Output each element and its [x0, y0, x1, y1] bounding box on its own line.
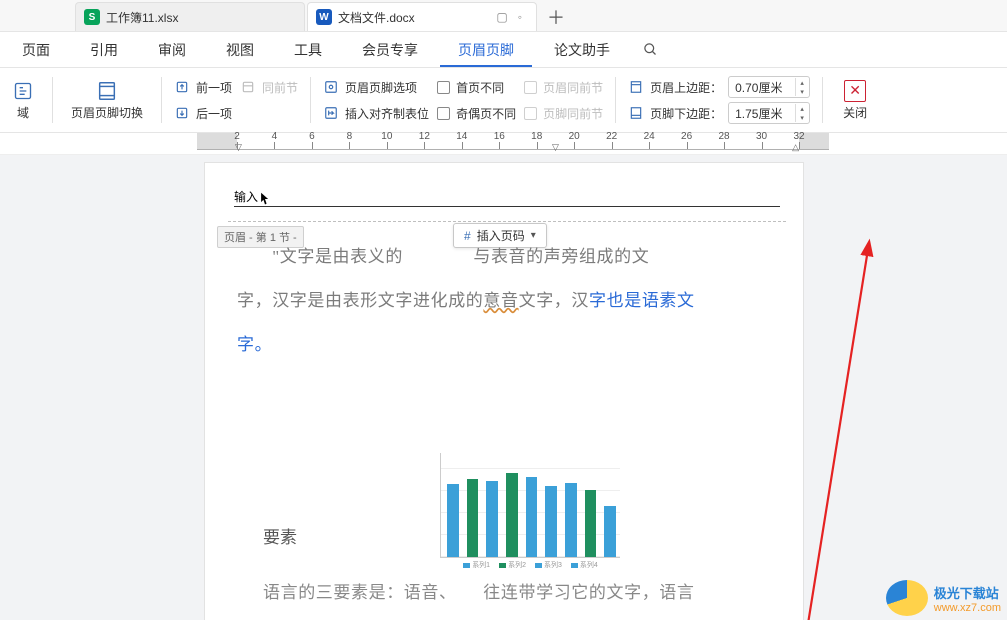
- watermark-title: 极光下载站: [934, 583, 1001, 602]
- ribbon-same-section-group: 同前节 x: [240, 77, 298, 123]
- prev-icon: [174, 79, 190, 95]
- workspace: 输入 页眉 - 第 1 节 - # 插入页码 ▾ 缩进"文字是由表义的隐藏占位与…: [0, 155, 1007, 620]
- document-page[interactable]: 输入 页眉 - 第 1 节 - # 插入页码 ▾ 缩进"文字是由表义的隐藏占位与…: [205, 163, 803, 620]
- close-icon: ✕: [844, 80, 866, 102]
- document-tab-docx[interactable]: W 文档文件.docx ▢ ◦: [307, 2, 537, 31]
- tab-label: 工作簿11.xlsx: [106, 9, 178, 26]
- ribbon-switch-hf[interactable]: 页眉页脚切换: [65, 80, 149, 121]
- indent-marker-right[interactable]: △: [792, 142, 799, 153]
- menu-review[interactable]: 审阅: [140, 33, 204, 67]
- menubar: 页面 引用 审阅 视图 工具 会员专享 页眉页脚 论文助手: [0, 32, 1007, 68]
- subheading-elements[interactable]: 要素: [263, 523, 297, 548]
- present-icon[interactable]: ▢: [496, 10, 507, 24]
- ribbon-footer-same-section: 页脚同前节: [524, 103, 603, 123]
- header-margin-input[interactable]: 0.70厘米 ▴▾: [728, 76, 810, 98]
- ribbon-header-margin: 页眉上边距： 0.70厘米 ▴▾: [628, 77, 810, 97]
- indent-marker[interactable]: ▽: [552, 142, 559, 153]
- annotation-arrow: [797, 235, 882, 620]
- spin-buttons[interactable]: ▴▾: [795, 78, 808, 96]
- ribbon-prev-item[interactable]: 前一项: [174, 77, 232, 97]
- checkbox-icon: [524, 81, 537, 94]
- menu-thesis[interactable]: 论文助手: [536, 33, 628, 67]
- ribbon-diff-group: 首页不同 奇偶页不同: [437, 77, 516, 123]
- ribbon-options-group: 页眉页脚选项 插入对齐制表位: [323, 77, 429, 123]
- ribbon-switch-label: 页眉页脚切换: [71, 104, 143, 121]
- embedded-bar-chart[interactable]: 系列1系列2系列3系列4: [440, 453, 620, 558]
- checkbox-icon[interactable]: [437, 107, 450, 120]
- body-paragraph-1[interactable]: 缩进"文字是由表义的隐藏占位与表音的声旁组成的文 字，汉字是由表形文字进化成的意…: [237, 235, 778, 368]
- ribbon-footer-margin: 页脚下边距： 1.75厘米 ▴▾: [628, 103, 810, 123]
- new-tab-button[interactable]: ＋: [539, 2, 573, 31]
- header-margin-icon: [628, 79, 644, 95]
- ruler-wrap: ▽ ▽ △ 2468101214161820222426283032: [0, 133, 1007, 155]
- hyperlink-text[interactable]: 字。: [237, 335, 272, 354]
- ribbon-field-label: 域: [17, 104, 29, 121]
- ribbon-odd-even-diff[interactable]: 奇偶页不同: [437, 103, 516, 123]
- chart-legend: 系列1系列2系列3系列4: [441, 560, 620, 570]
- document-tabstrip: S 工作簿11.xlsx W 文档文件.docx ▢ ◦ ＋: [0, 0, 1007, 32]
- switch-hf-icon: [96, 80, 118, 102]
- chart-bars: [447, 459, 616, 557]
- header-placeholder[interactable]: 输入: [234, 188, 270, 205]
- ribbon-field[interactable]: 域: [6, 80, 40, 121]
- watermark-url: www.xz7.com: [934, 602, 1001, 614]
- menu-member[interactable]: 会员专享: [344, 33, 436, 67]
- tabstop-icon: [323, 105, 339, 121]
- next-icon: [174, 105, 190, 121]
- ribbon-header-same-section: 页眉同前节: [524, 77, 603, 97]
- ribbon: 域 页眉页脚切换 前一项 后一项 同前节 x: [0, 68, 1007, 133]
- same-section-icon: [240, 79, 256, 95]
- ribbon-margin-group: 页眉上边距： 0.70厘米 ▴▾ 页脚下边距： 1.75厘米 ▴▾: [628, 77, 810, 123]
- close-label: 关闭: [843, 104, 867, 121]
- horizontal-ruler[interactable]: ▽ ▽ △ 2468101214161820222426283032: [197, 133, 829, 150]
- site-watermark: 极光下载站 www.xz7.com: [886, 580, 1001, 616]
- footer-margin-icon: [628, 105, 644, 121]
- ribbon-same-section: 同前节: [240, 77, 298, 97]
- menu-view[interactable]: 视图: [208, 33, 272, 67]
- ribbon-next-item[interactable]: 后一项: [174, 103, 232, 123]
- checkbox-icon: [524, 107, 537, 120]
- ribbon-first-diff[interactable]: 首页不同: [437, 77, 516, 97]
- ribbon-section-group: 页眉同前节 页脚同前节: [524, 77, 603, 123]
- body-paragraph-2[interactable]: 语言的三要素是：语音、 往连带学习它的文字，语言: [263, 578, 778, 603]
- menu-page[interactable]: 页面: [4, 33, 68, 67]
- text-cursor-icon: [260, 192, 270, 206]
- ribbon-close-hf[interactable]: ✕ 关闭: [835, 80, 875, 121]
- search-button[interactable]: [632, 42, 668, 57]
- options-icon: [323, 79, 339, 95]
- ribbon-insert-tabstop[interactable]: 插入对齐制表位: [323, 103, 429, 123]
- ribbon-hf-options[interactable]: 页眉页脚选项: [323, 77, 429, 97]
- menu-header-footer[interactable]: 页眉页脚: [440, 33, 532, 67]
- spreadsheet-icon: S: [84, 9, 100, 25]
- tab-label: 文档文件.docx: [338, 9, 415, 26]
- search-icon: [643, 42, 658, 57]
- checkbox-icon[interactable]: [437, 81, 450, 94]
- document-tab-xlsx[interactable]: S 工作簿11.xlsx: [75, 2, 305, 31]
- header-edit-area[interactable]: 输入: [233, 185, 781, 220]
- menu-tools[interactable]: 工具: [276, 33, 340, 67]
- field-icon: [12, 80, 34, 102]
- hyperlink-text[interactable]: 字也是语素文: [589, 291, 695, 310]
- footer-margin-input[interactable]: 1.75厘米 ▴▾: [728, 102, 810, 124]
- watermark-logo-icon: [886, 580, 928, 616]
- more-icon[interactable]: ◦: [518, 10, 522, 24]
- ribbon-nav-group: 前一项 后一项: [174, 77, 232, 123]
- menu-quote[interactable]: 引用: [72, 33, 136, 67]
- tab-extra-controls: ▢ ◦: [496, 10, 522, 24]
- word-icon: W: [316, 9, 332, 25]
- spin-buttons[interactable]: ▴▾: [795, 104, 808, 122]
